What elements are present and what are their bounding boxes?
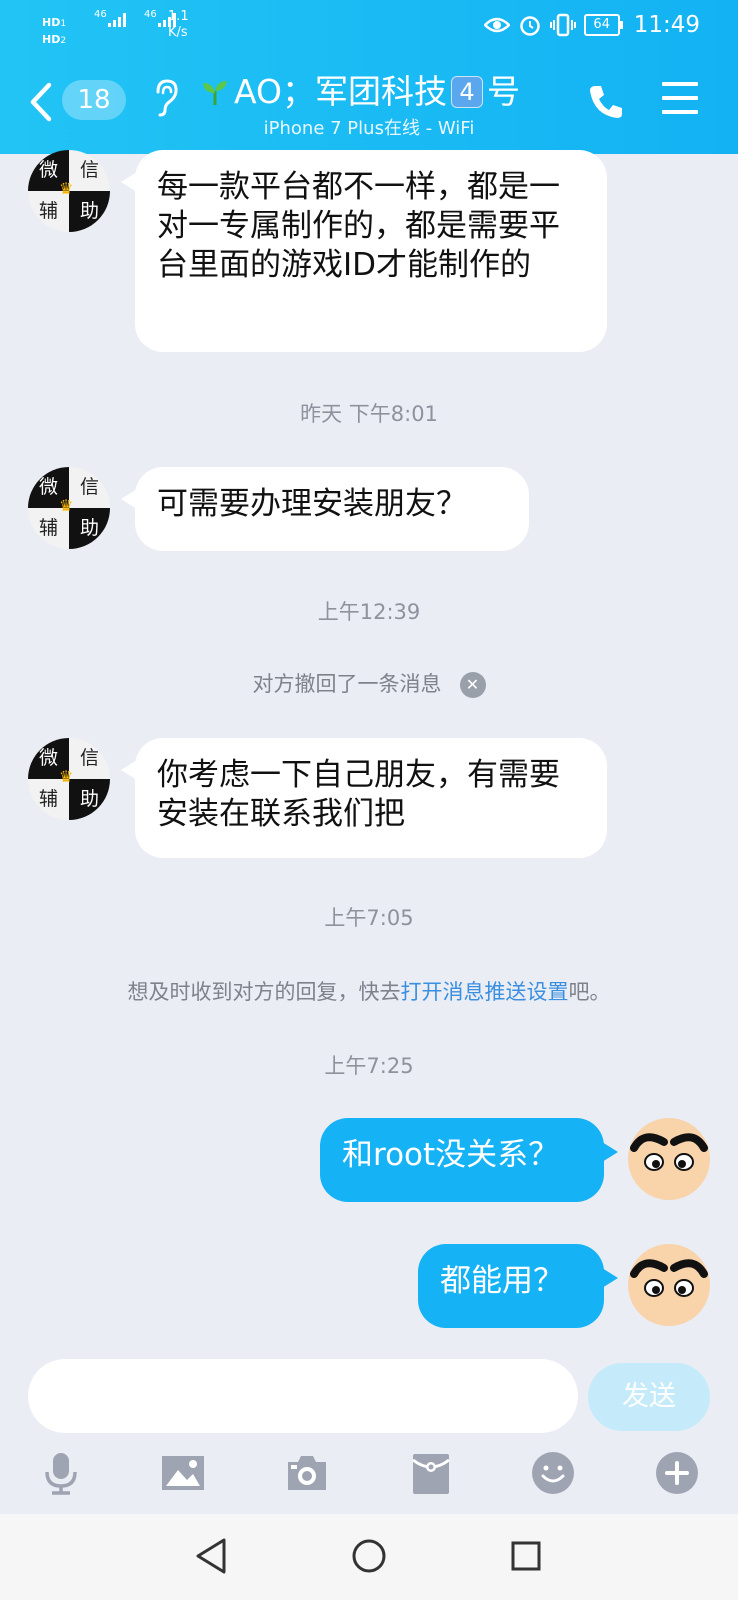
network-speed: 1.1 K/s	[168, 9, 189, 41]
contact-online-status: iPhone 7 Plus在线 - WiFi	[263, 118, 475, 139]
timestamp: 昨天 下午8:01	[300, 402, 438, 426]
input-toolbar	[0, 1440, 738, 1510]
nav-back-icon[interactable]	[192, 1536, 232, 1576]
user-avatar[interactable]	[628, 1244, 710, 1326]
microphone-icon[interactable]	[38, 1450, 84, 1496]
avatar-char: 信	[69, 150, 110, 191]
system-nav-bar	[0, 1514, 738, 1600]
tip-prefix: 想及时收到对方的回复，快去	[127, 980, 401, 1004]
plus-icon[interactable]	[654, 1450, 700, 1496]
signal-area: HD1 46 46 HD2	[42, 8, 184, 48]
menu-icon[interactable]	[662, 82, 698, 114]
open-push-settings-link[interactable]: 打开消息推送设置	[401, 980, 569, 1004]
received-message[interactable]: 每一款平台都不一样，都是一对一专属制作的，都是需要平台里面的游戏ID才能制作的	[121, 150, 607, 352]
avatar-char: 信	[69, 738, 110, 779]
send-button[interactable]: 发送	[588, 1363, 710, 1431]
keycap-four-icon: 4	[450, 76, 483, 108]
speed-unit: K/s	[168, 25, 188, 40]
camera-icon[interactable]	[284, 1450, 330, 1496]
timestamp: 上午7:05	[324, 906, 414, 930]
vibrate-icon	[549, 13, 576, 37]
contact-avatar[interactable]: 微 信 辅 助 ♛	[28, 738, 110, 820]
timestamp: 上午12:39	[317, 600, 421, 624]
nav-recents-icon[interactable]	[506, 1536, 546, 1576]
received-message[interactable]: 你考虑一下自己朋友，有需要安装在联系我们把	[121, 738, 607, 858]
contact-name[interactable]: AO；军团科技 4 号	[200, 72, 520, 112]
contact-avatar[interactable]: 微 信 辅 助 ♛	[28, 467, 110, 549]
timestamp: 上午7:25	[324, 1054, 414, 1078]
net-label-2: 46	[144, 9, 157, 20]
avatar-char: 信	[69, 467, 110, 508]
eye-icon	[483, 17, 510, 33]
nav-home-icon[interactable]	[349, 1536, 389, 1576]
sprout-icon	[203, 81, 227, 105]
phone-call-icon[interactable]	[586, 82, 626, 122]
chat-header: 18 AO；军团科技 4 号 iPhone 7 Plus在线 - WiFi	[0, 50, 738, 154]
red-packet-icon[interactable]	[408, 1450, 454, 1496]
hd-badge-1: HD	[42, 16, 61, 29]
close-icon[interactable]: ✕	[459, 672, 486, 698]
earpiece-mode-icon[interactable]	[152, 78, 180, 118]
tip-suffix: 吧。	[568, 980, 611, 1004]
recall-notice: 对方撤回了一条消息 ✕	[0, 668, 738, 698]
net-label-1: 46	[94, 9, 107, 20]
received-message[interactable]: 可需要办理安装朋友？	[121, 467, 529, 551]
alarm-icon	[519, 16, 540, 36]
status-bar: HD1 46 46 HD2 1.1 K/s 64 11:49	[0, 0, 738, 50]
contact-avatar[interactable]: 微 信 辅 助 ♛	[28, 150, 110, 232]
contact-name-text: AO；军团科技	[234, 72, 447, 111]
status-right: 64 11:49	[483, 12, 700, 38]
recall-notice-text: 对方撤回了一条消息	[252, 672, 442, 696]
crown-icon: ♛	[59, 496, 74, 515]
sent-message[interactable]: 都能用？	[418, 1244, 618, 1328]
hd-badge-2: HD	[42, 33, 61, 46]
sent-message[interactable]: 和root没关系？	[320, 1118, 618, 1202]
clock: 11:49	[633, 12, 700, 38]
avatar-char: 助	[69, 191, 110, 232]
cartoon-face-icon	[630, 1259, 708, 1297]
crown-icon: ♛	[59, 179, 74, 198]
message-input[interactable]	[28, 1359, 578, 1433]
push-settings-tip: 想及时收到对方的回复，快去打开消息推送设置吧。	[0, 976, 738, 1006]
signal-1-icon: 46	[94, 8, 134, 31]
cartoon-face-icon	[630, 1133, 708, 1171]
speed-value: 1.1	[168, 9, 189, 24]
contact-name-suffix: 号	[486, 72, 520, 111]
image-icon[interactable]	[160, 1450, 206, 1496]
avatar-char: 助	[69, 779, 110, 820]
user-avatar[interactable]	[628, 1118, 710, 1200]
crown-icon: ♛	[59, 767, 74, 786]
emoji-icon[interactable]	[530, 1450, 576, 1496]
battery-icon: 64	[583, 14, 623, 36]
avatar-char: 助	[69, 508, 110, 549]
